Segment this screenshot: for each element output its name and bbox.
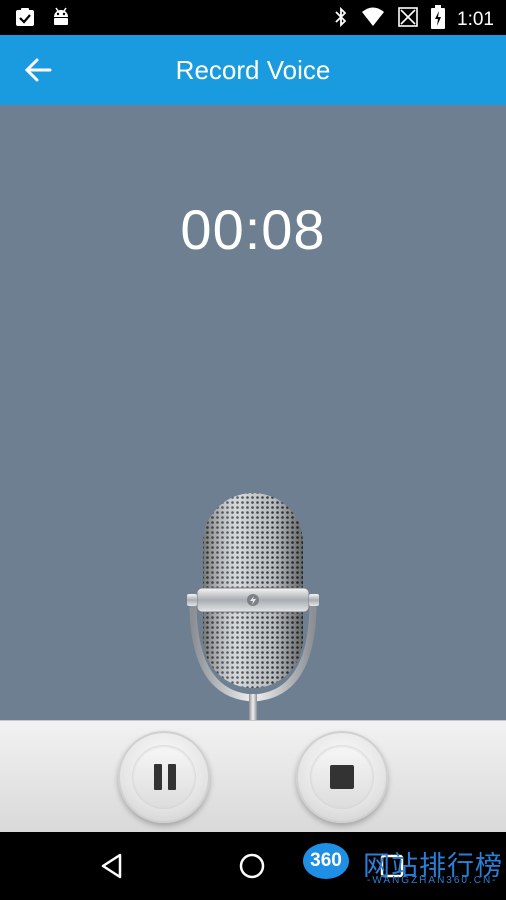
pause-button[interactable] xyxy=(118,731,210,823)
recording-controls xyxy=(0,720,506,832)
pause-icon xyxy=(154,764,176,790)
watermark: 360 网站排行榜 -WANGZHAN360.CN- xyxy=(295,840,505,895)
watermark-badge: 360 xyxy=(303,843,349,879)
status-bar: 1:01 xyxy=(0,0,506,35)
battery-charging-icon xyxy=(431,5,446,34)
android-icon xyxy=(50,6,72,33)
microphone-icon xyxy=(185,490,321,720)
bluetooth-icon xyxy=(333,6,349,33)
wifi-icon xyxy=(361,6,385,33)
app-bar: Record Voice xyxy=(0,35,506,105)
home-circle-icon[interactable] xyxy=(238,852,266,880)
status-clock: 1:01 xyxy=(457,8,494,30)
watermark-subtitle: -WANGZHAN360.CN- xyxy=(367,875,498,886)
back-triangle-icon[interactable] xyxy=(98,852,126,880)
stop-button[interactable] xyxy=(296,731,388,823)
page-title: Record Voice xyxy=(175,55,331,85)
no-signal-icon xyxy=(397,6,419,33)
clipboard-check-icon xyxy=(14,6,36,33)
elapsed-timer: 00:08 xyxy=(180,198,326,261)
stop-icon xyxy=(330,765,354,789)
recorder-panel: 00:08 xyxy=(0,105,506,720)
